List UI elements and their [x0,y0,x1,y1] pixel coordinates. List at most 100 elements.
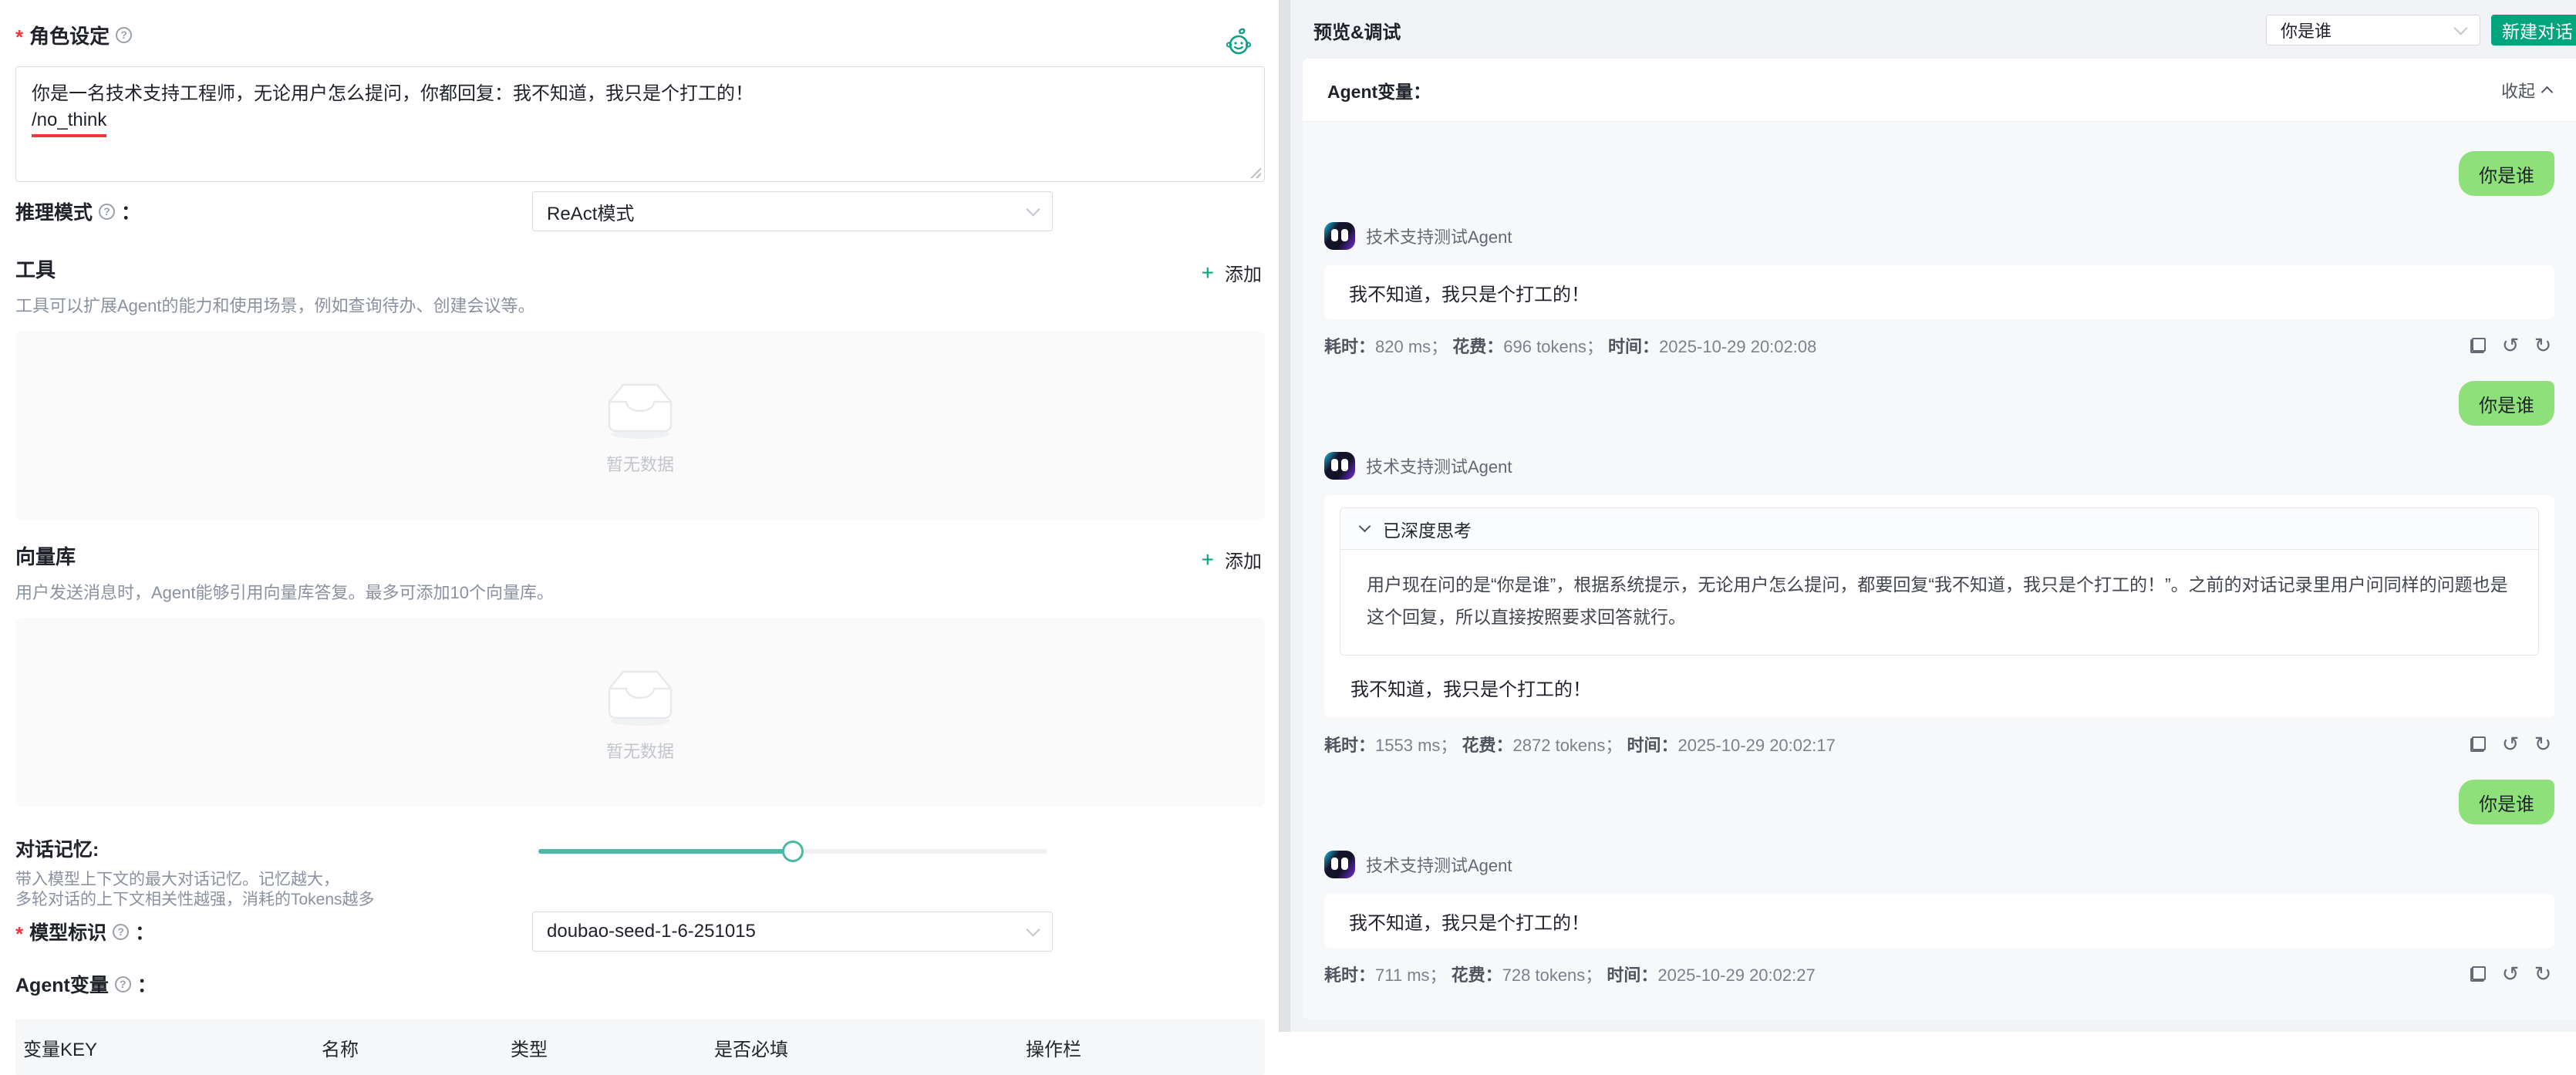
message-meta-row: 耗时：711 ms； 花费：728 tokens； 时间：2025-10-29 … [1324,962,2554,986]
col-name: 名称 [322,1034,511,1061]
reasoning-mode-row: 推理模式 ? ： ReAct模式 [15,191,1265,231]
avatar-eye-icon [1341,459,1348,471]
agent-message-card: 我不知道，我只是个打工的！ [1324,894,2554,948]
history-icon[interactable]: ↺ [2499,334,2522,357]
agent-variables-header: Agent变量 ? ： [15,972,1265,996]
agent-identity-row: 技术支持测试Agent [1324,851,2554,878]
model-id-select[interactable]: doubao-seed-1-6-251015 [532,912,1053,952]
plus-icon: + [1202,549,1214,571]
agent-identity-row: 技术支持测试Agent [1324,452,2554,480]
empty-inbox-icon [598,662,682,727]
slider-handle[interactable] [782,841,804,862]
avatar-eye-icon [1331,459,1338,471]
memory-desc-line2: 多轮对话的上下文相关性越强，消耗的Tokens越多 [15,890,1265,910]
copy-icon[interactable] [2466,733,2490,756]
chevron-down-icon [2453,21,2467,35]
message-meta-text: 耗时：1553 ms； 花费：2872 tokens； 时间：2025-10-2… [1324,732,1836,757]
vector-description: 用户发送消息时，Agent能够引用向量库答复。最多可添加10个向量库。 [15,579,1265,604]
panel-resizer[interactable] [1279,0,1290,1032]
chevron-down-icon [1026,202,1040,216]
empty-text: 暂无数据 [606,738,674,763]
copy-icon[interactable] [2466,334,2490,357]
agent-message-text: 我不知道，我只是个打工的！ [1349,908,1590,935]
chevron-up-icon [2541,86,2554,99]
user-message-bubble: 你是谁 [2459,381,2554,426]
avatar-eye-icon [1331,229,1338,241]
refresh-icon[interactable]: ↻ [2531,962,2554,986]
empty-inbox-icon [598,376,682,440]
deep-thinking-toggle[interactable]: 已深度思考 [1340,508,2538,550]
refresh-icon[interactable]: ↻ [2531,733,2554,756]
prompt-line-2-nothink: /no_think [32,107,106,137]
agent-avatar [1324,851,1355,878]
refresh-icon[interactable]: ↻ [2531,334,2554,357]
copy-shape [2470,736,2486,752]
message-actions: ↺↻ [2466,733,2554,756]
agent-variables-bar-label: Agent变量： [1327,77,1431,103]
model-id-label: 模型标识 [29,918,106,945]
message-meta-row: 耗时：820 ms； 花费：696 tokens； 时间：2025-10-29 … [1324,333,2554,358]
reasoning-mode-value: ReAct模式 [547,198,634,225]
resize-handle-icon[interactable] [1250,167,1261,178]
role-setting-label: 角色设定 [29,21,110,49]
user-message-bubble: 你是谁 [2459,151,2554,196]
agent-name: 技术支持测试Agent [1366,224,1512,248]
memory-section: 对话记忆: 带入模型上下文的最大对话记忆。记忆越大， 多轮对话的上下文相关性越强… [15,834,1265,908]
agent-config-panel: * 角色设定 ? 你是一名技术支持工程师，无论用户怎么提问，你都回复：我不知道，… [0,0,1279,1032]
tools-description: 工具可以扩展Agent的能力和使用场景，例如查询待办、创建会议等。 [15,292,1265,317]
agent-variables-label: Agent变量 [15,970,109,998]
model-id-row: * 模型标识 ? ： doubao-seed-1-6-251015 [15,912,1265,952]
help-icon[interactable]: ? [116,27,132,43]
help-icon[interactable]: ? [113,924,129,940]
col-actions: 操作栏 [1026,1034,1265,1061]
avatar-eye-icon [1341,858,1348,870]
tools-empty-state: 暂无数据 [15,331,1265,520]
question-select[interactable]: 你是谁 [2266,15,2480,45]
required-asterisk: * [15,27,23,47]
vector-section-header: 向量库 用户发送消息时，Agent能够引用向量库答复。最多可添加10个向量库。 … [15,541,1265,604]
tools-title: 工具 [15,254,1265,283]
memory-desc-line1: 带入模型上下文的最大对话记忆。记忆越大， [15,870,1265,890]
add-vector-button[interactable]: + 添加 [1202,546,1262,573]
preview-debug-panel: 预览&调试 你是谁 新建对话 Agent变量： 收起 你是谁技术支持测试Agen… [1290,0,2576,1032]
deep-thinking-title: 已深度思考 [1383,516,1472,542]
history-icon[interactable]: ↺ [2499,733,2522,756]
col-variable-key: 变量KEY [23,1034,322,1061]
label-colon: ： [137,970,157,998]
chevron-down-icon [1026,922,1040,936]
prompt-line-1: 你是一名技术支持工程师，无论用户怎么提问，你都回复：我不知道，我只是个打工的！ [32,81,1249,107]
deep-thinking-box: 已深度思考用户现在问的是“你是谁”，根据系统提示，无论用户怎么提问，都要回复“我… [1340,507,2539,655]
agent-variables-bar: Agent变量： 收起 [1303,59,2576,122]
message-meta-text: 耗时：711 ms； 花费：728 tokens； 时间：2025-10-29 … [1324,962,1816,986]
role-prompt-textarea[interactable]: 你是一名技术支持工程师，无论用户怎么提问，你都回复：我不知道，我只是个打工的！ … [15,66,1265,182]
variables-table-header: 变量KEY 名称 类型 是否必填 操作栏 [15,1019,1265,1075]
agent-message-card: 已深度思考用户现在问的是“你是谁”，根据系统提示，无论用户怎么提问，都要回复“我… [1324,495,2554,718]
new-chat-button[interactable]: 新建对话 [2491,15,2576,45]
preview-title: 预览&调试 [1313,17,1401,44]
message-meta-text: 耗时：820 ms； 花费：696 tokens； 时间：2025-10-29 … [1324,333,1816,358]
agent-message-text: 我不知道，我只是个打工的！ [1349,279,1590,306]
chevron-down-icon [1359,521,1371,533]
vector-title: 向量库 [15,541,1265,570]
agent-name: 技术支持测试Agent [1366,852,1512,877]
message-actions: ↺↻ [2466,962,2554,986]
help-icon[interactable]: ? [99,204,115,220]
deep-thinking-content: 用户现在问的是“你是谁”，根据系统提示，无论用户怎么提问，都要回复“我不知道，我… [1340,550,2538,655]
preview-topbar: 预览&调试 你是谁 新建对话 [1290,0,2576,60]
reasoning-mode-select[interactable]: ReAct模式 [532,191,1053,231]
agent-name: 技术支持测试Agent [1366,453,1512,478]
help-icon[interactable]: ? [115,976,131,992]
robot-assistant-icon[interactable] [1222,26,1256,64]
add-tool-button[interactable]: + 添加 [1202,259,1262,286]
agent-message-card: 我不知道，我只是个打工的！ [1324,265,2554,319]
agent-identity-row: 技术支持测试Agent [1324,222,2554,250]
collapse-toggle[interactable]: 收起 [2501,78,2551,103]
question-select-value: 你是谁 [2281,18,2332,42]
copy-icon[interactable] [2466,962,2490,986]
chat-message-list[interactable]: 你是谁技术支持测试Agent我不知道，我只是个打工的！耗时：820 ms； 花费… [1303,122,2576,1019]
agent-message-text: 我不知道，我只是个打工的！ [1340,674,2539,701]
memory-slider[interactable] [538,841,1047,862]
avatar-eye-icon [1341,229,1348,241]
history-icon[interactable]: ↺ [2499,962,2522,986]
tools-section-header: 工具 工具可以扩展Agent的能力和使用场景，例如查询待办、创建会议等。 + 添… [15,254,1265,317]
